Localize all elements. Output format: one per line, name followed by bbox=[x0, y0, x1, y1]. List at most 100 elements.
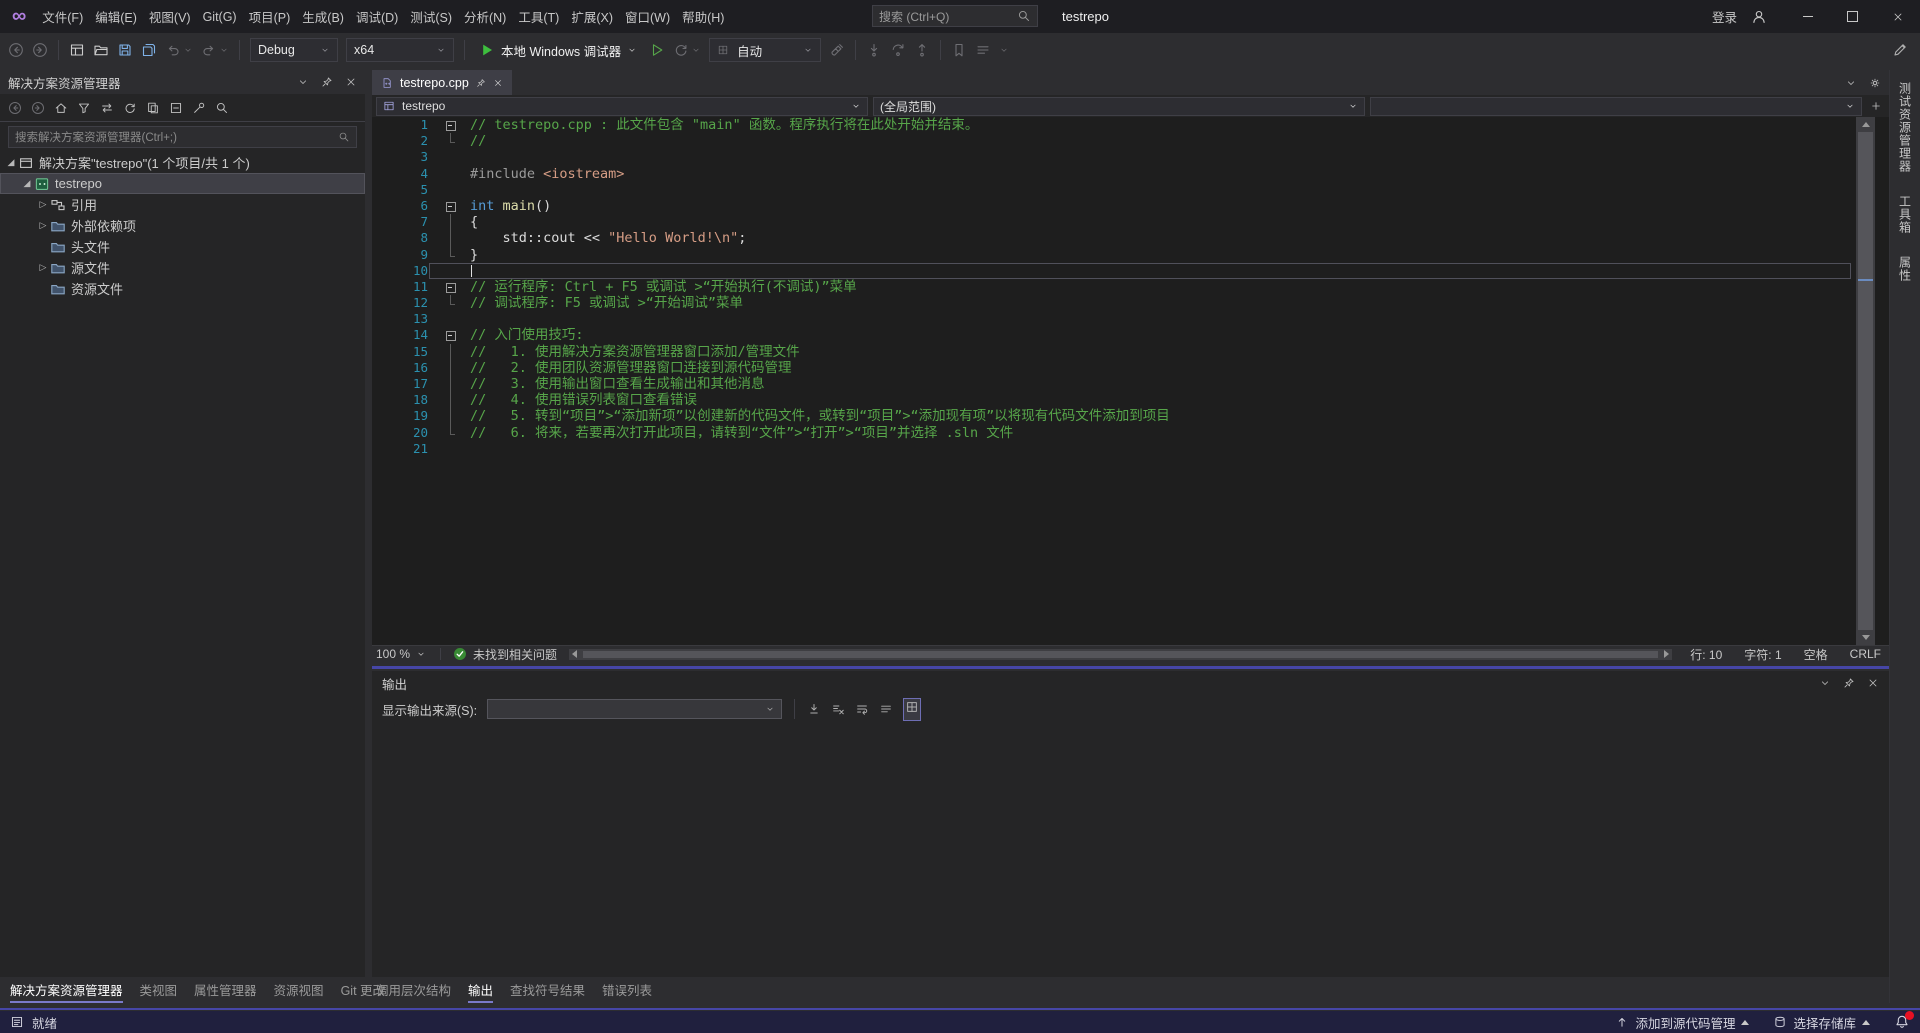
line-number[interactable]: 4 bbox=[372, 166, 428, 182]
tree-item[interactable]: ◢testrepo bbox=[0, 173, 365, 194]
code-line[interactable]: 21 bbox=[372, 441, 1856, 457]
code-line[interactable]: 19// 5. 转到“项目”>“添加新项”以创建新的代码文件，或转到“项目”>“… bbox=[372, 408, 1856, 424]
outline-collapse-icon[interactable] bbox=[428, 117, 470, 133]
line-number[interactable]: 20 bbox=[372, 425, 428, 441]
vertical-dock-tab[interactable]: 属性 bbox=[1897, 256, 1914, 282]
se-back-icon[interactable] bbox=[8, 101, 22, 115]
char-indicator[interactable]: 字符: 1 bbox=[1744, 646, 1781, 663]
collapse-all-icon[interactable] bbox=[169, 101, 183, 115]
code-line[interactable]: 14// 入门使用技巧: bbox=[372, 327, 1856, 343]
panel-tab[interactable]: 调用层次结构 bbox=[376, 978, 451, 1003]
menu-item[interactable]: 扩展(X) bbox=[565, 0, 619, 33]
collapsed-arrow-icon[interactable]: ▷ bbox=[36, 199, 50, 210]
close-tab-icon[interactable] bbox=[493, 78, 503, 88]
code-line[interactable]: 6int main() bbox=[372, 198, 1856, 214]
panel-menu-icon[interactable] bbox=[297, 76, 309, 88]
editor-vertical-scrollbar[interactable] bbox=[1856, 117, 1875, 645]
panel-tab[interactable]: 错误列表 bbox=[602, 978, 652, 1003]
minimize-button[interactable] bbox=[1785, 0, 1830, 33]
home-icon[interactable] bbox=[54, 101, 68, 115]
line-number[interactable]: 14 bbox=[372, 327, 428, 343]
line-number[interactable]: 21 bbox=[372, 441, 428, 457]
scroll-to-end-icon[interactable] bbox=[807, 702, 821, 716]
code-line[interactable]: 8 std::cout << "Hello World!\n"; bbox=[372, 230, 1856, 246]
close-icon[interactable] bbox=[345, 76, 357, 88]
zoom-dropdown[interactable]: 100 % bbox=[376, 647, 438, 661]
quick-search-box[interactable]: 搜索 (Ctrl+Q) bbox=[872, 5, 1038, 27]
configuration-dropdown[interactable]: Debug bbox=[250, 38, 338, 62]
document-list-icon[interactable] bbox=[1845, 77, 1857, 89]
menu-item[interactable]: 编辑(E) bbox=[89, 0, 143, 33]
menu-item[interactable]: 工具(T) bbox=[512, 0, 565, 33]
menu-item[interactable]: 文件(F) bbox=[36, 0, 89, 33]
collapsed-arrow-icon[interactable]: ▷ bbox=[36, 220, 50, 231]
outline-collapse-icon[interactable] bbox=[428, 279, 470, 295]
start-debugging-button[interactable]: 本地 Windows 调试器 bbox=[479, 41, 637, 60]
panel-tab[interactable]: 输出 bbox=[468, 978, 493, 1003]
toggle-view-button[interactable] bbox=[903, 698, 921, 721]
collapsed-arrow-icon[interactable]: ▷ bbox=[36, 262, 50, 273]
menu-item[interactable]: 调试(D) bbox=[350, 0, 404, 33]
panel-tab[interactable]: 属性管理器 bbox=[194, 978, 257, 1003]
code-line-caret[interactable]: 10 bbox=[372, 263, 1856, 279]
code-line[interactable]: 9} bbox=[372, 247, 1856, 263]
start-without-debugging-icon[interactable] bbox=[649, 42, 665, 58]
undo-button[interactable] bbox=[165, 42, 193, 58]
code-line[interactable]: 4#include <iostream> bbox=[372, 166, 1856, 182]
line-indicator[interactable]: 行: 10 bbox=[1690, 646, 1722, 663]
outline-collapse-icon[interactable] bbox=[428, 327, 470, 343]
notifications-button[interactable] bbox=[1894, 1014, 1910, 1030]
maximize-button[interactable] bbox=[1830, 0, 1875, 33]
output-title-bar[interactable]: 输出 bbox=[372, 671, 1889, 695]
line-number[interactable]: 7 bbox=[372, 214, 428, 230]
menu-item[interactable]: 项目(P) bbox=[243, 0, 297, 33]
line-number[interactable]: 3 bbox=[372, 149, 428, 165]
eol-indicator[interactable]: CRLF bbox=[1850, 647, 1881, 661]
new-project-icon[interactable] bbox=[69, 42, 85, 58]
line-number[interactable]: 12 bbox=[372, 295, 428, 311]
output-content[interactable] bbox=[372, 723, 1889, 977]
account-icon[interactable] bbox=[1751, 9, 1767, 25]
solution-explorer-search-input[interactable]: 搜索解决方案资源管理器(Ctrl+;) bbox=[8, 126, 357, 148]
line-number[interactable]: 18 bbox=[372, 392, 428, 408]
menu-item[interactable]: 生成(B) bbox=[296, 0, 350, 33]
tab-settings-icon[interactable] bbox=[1869, 77, 1881, 89]
line-number[interactable]: 1 bbox=[372, 117, 428, 133]
code-line[interactable]: 11// 运行程序: Ctrl + F5 或调试 >“开始执行(不调试)”菜单 bbox=[372, 279, 1856, 295]
line-number[interactable]: 15 bbox=[372, 344, 428, 360]
menu-item[interactable]: 窗口(W) bbox=[619, 0, 676, 33]
hot-reload-button[interactable] bbox=[673, 42, 701, 58]
solution-explorer-title-bar[interactable]: 解决方案资源管理器 bbox=[0, 70, 365, 94]
menu-item[interactable]: 测试(S) bbox=[404, 0, 458, 33]
scope-dropdown[interactable]: (全局范围) bbox=[873, 97, 1365, 116]
line-number[interactable]: 11 bbox=[372, 279, 428, 295]
platform-dropdown[interactable]: x64 bbox=[346, 38, 454, 62]
pin-icon[interactable] bbox=[321, 76, 333, 88]
close-icon[interactable] bbox=[1867, 677, 1879, 689]
filter-icon[interactable] bbox=[77, 101, 91, 115]
panel-tab[interactable]: 资源视图 bbox=[274, 978, 324, 1003]
document-health-indicator[interactable]: 未找到相关问题 bbox=[453, 646, 557, 663]
word-wrap-icon[interactable] bbox=[855, 702, 869, 716]
code-line[interactable]: 1// testrepo.cpp : 此文件包含 "main" 函数。程序执行将… bbox=[372, 117, 1856, 133]
show-all-files-icon[interactable] bbox=[146, 101, 160, 115]
expanded-arrow-icon[interactable]: ◢ bbox=[4, 157, 18, 168]
expanded-arrow-icon[interactable]: ◢ bbox=[20, 178, 34, 189]
member-dropdown[interactable] bbox=[1370, 97, 1862, 116]
sync-with-active-document-icon[interactable] bbox=[100, 101, 114, 115]
code-line[interactable]: 18// 4. 使用错误列表窗口查看错误 bbox=[372, 392, 1856, 408]
pin-icon[interactable] bbox=[1843, 677, 1855, 689]
refresh-icon[interactable] bbox=[123, 101, 137, 115]
line-number[interactable]: 16 bbox=[372, 360, 428, 376]
step-into-icon[interactable] bbox=[866, 42, 882, 58]
line-number[interactable]: 2 bbox=[372, 133, 428, 149]
menu-item[interactable]: 帮助(H) bbox=[676, 0, 730, 33]
properties-icon[interactable] bbox=[192, 101, 206, 115]
code-line[interactable]: 16// 2. 使用团队资源管理器窗口连接到源代码管理 bbox=[372, 360, 1856, 376]
editor-horizontal-scrollbar[interactable] bbox=[569, 649, 1672, 660]
scrollbar-thumb[interactable] bbox=[583, 651, 1658, 658]
navigate-forward-icon[interactable] bbox=[32, 42, 48, 58]
open-file-icon[interactable] bbox=[93, 42, 109, 58]
se-forward-icon[interactable] bbox=[31, 101, 45, 115]
background-tasks-icon[interactable] bbox=[10, 1015, 24, 1029]
